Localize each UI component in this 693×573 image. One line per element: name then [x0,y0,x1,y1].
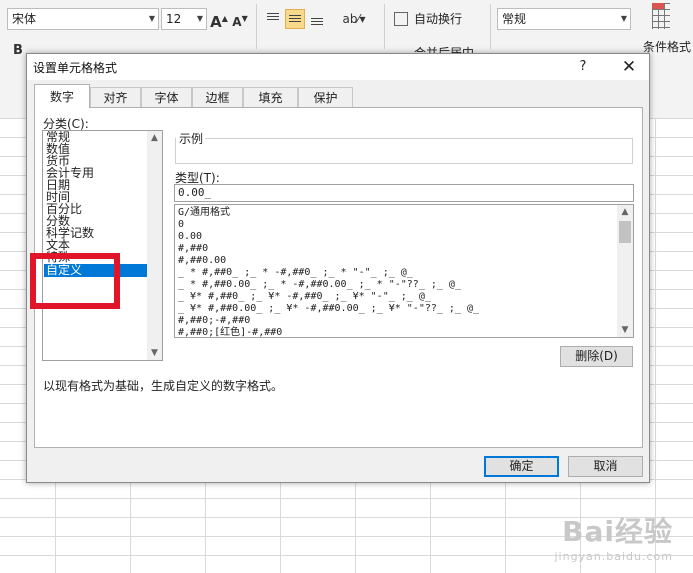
chevron-down-icon: ▼ [196,14,203,23]
sample-groupbox [175,138,633,164]
sample-label: 示例 [179,132,204,146]
ribbon-divider [490,4,491,49]
list-item[interactable]: #,##0;-#,##0 [178,315,250,327]
grow-font-button[interactable]: A▲ [210,8,228,33]
scroll-down-icon[interactable]: ▼ [147,346,162,360]
align-middle-button[interactable] [285,9,305,29]
sample-divider [205,138,632,139]
scroll-thumb[interactable] [619,221,631,243]
ok-button[interactable]: 确定 [484,456,559,477]
list-item[interactable]: G/通用格式 [178,207,230,219]
tab-number[interactable]: 数字 [34,84,90,108]
shrink-font-button[interactable]: A▼ [231,8,249,33]
list-item[interactable]: 0.00 [178,231,202,243]
list-item[interactable]: _ * #,##0.00_ ;_ * -#,##0.00_ ;_ * "-"??… [178,279,461,291]
close-button[interactable]: ✕ [615,55,643,79]
watermark-brand: Bai经验 [562,515,673,548]
ribbon-divider [384,4,385,49]
baidu-watermark: Bai经验 jingyan.baidu.com [554,510,673,563]
list-item[interactable]: 0 [178,219,184,231]
list-item[interactable]: _ ¥* #,##0_ ;_ ¥* -#,##0_ ;_ ¥* "-"_ ;_ … [178,291,431,303]
wrap-text-button[interactable]: 自动换行 [414,10,462,27]
wrap-text-icon [394,12,408,26]
merge-center-button[interactable]: 合并后居中 [414,45,474,53]
font-size-value: 12 [166,12,182,26]
conditional-format-button[interactable]: 条件格式 [643,38,691,55]
tab-protection[interactable]: 保护 [298,87,353,107]
scroll-up-icon[interactable]: ▲ [147,131,162,145]
list-item[interactable]: _ * #,##0_ ;_ * -#,##0_ ;_ * "-"_ ;_ @_ [178,267,413,279]
chevron-down-icon: ▼ [620,14,627,23]
dialog-title: 设置单元格格式 [33,61,118,75]
tab-fill[interactable]: 填充 [243,87,298,107]
tab-alignment[interactable]: 对齐 [90,87,141,107]
format-description: 以现有格式为基础，生成自定义的数字格式。 [43,379,284,393]
font-name-value: 宋体 [12,12,37,26]
chevron-down-icon: ▼ [148,14,155,23]
align-top-button[interactable] [263,9,283,29]
format-cells-dialog: 设置单元格格式 ? ✕ 数字 对齐 字体 边框 填充 保护 分类(C): 常规 … [26,53,650,483]
format-scrollbar[interactable]: ▲ ▼ [617,205,633,337]
list-item[interactable]: #,##0 [178,243,208,255]
shrink-font-label: A [232,15,242,29]
dialog-titlebar[interactable]: 设置单元格格式 ? ✕ [27,54,649,80]
highlight-annotation [30,253,120,309]
scroll-down-icon[interactable]: ▼ [617,323,633,337]
conditional-format-icon [652,3,670,29]
category-scrollbar[interactable]: ▲ ▼ [147,131,162,360]
help-button[interactable]: ? [572,56,594,78]
tab-border[interactable]: 边框 [192,87,243,107]
type-input[interactable]: 0.00_ [174,184,634,202]
number-format-value: 常规 [502,12,527,26]
list-item[interactable]: _ ¥* #,##0.00_ ;_ ¥* -#,##0.00_ ;_ ¥* "-… [178,303,479,315]
ribbon-divider [256,4,257,49]
align-bottom-button[interactable] [307,9,327,29]
font-size-combo[interactable]: 12 ▼ [161,8,207,30]
watermark-url: jingyan.baidu.com [554,550,673,563]
bold-button[interactable]: B [10,40,26,62]
cancel-button[interactable]: 取消 [568,456,643,477]
list-item[interactable]: #,##0.00 [178,255,226,267]
format-list[interactable]: G/通用格式 0 0.00 #,##0 #,##0.00 _ * #,##0_ … [174,204,634,338]
tab-font[interactable]: 字体 [141,87,192,107]
list-item[interactable]: #,##0;[红色]-#,##0 [178,327,282,337]
orientation-icon[interactable]: ab⁄▾ [341,8,367,30]
category-list[interactable]: 常规 数值 货币 会计专用 日期 时间 百分比 分数 科学记数 文本 特殊 自定… [42,130,163,361]
font-name-combo[interactable]: 宋体 ▼ [7,8,159,30]
delete-button[interactable]: 删除(D) [560,346,633,367]
grow-font-label: A [210,13,222,31]
number-format-combo[interactable]: 常规 ▼ [497,8,631,30]
scroll-up-icon[interactable]: ▲ [617,205,633,219]
